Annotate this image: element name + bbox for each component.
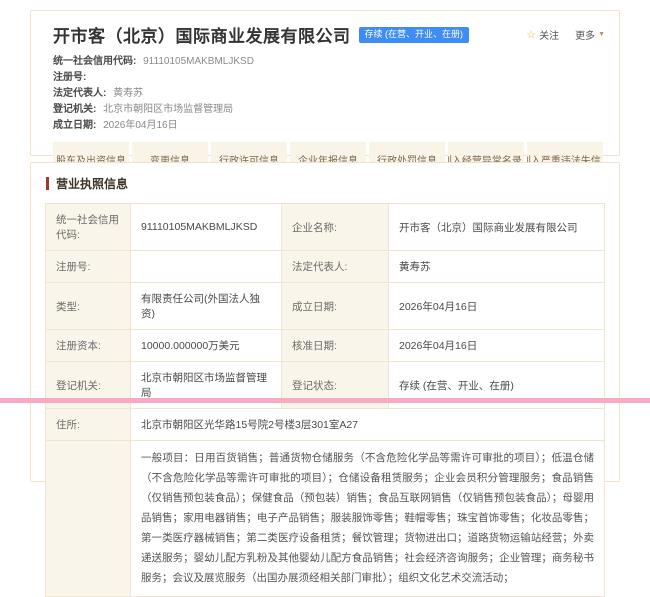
business-license-card: 营业执照信息 统一社会信用代码: 91110105MAKBMLJKSD 企业名称… <box>30 162 620 482</box>
cell-value-capital: 10000.000000万美元 <box>131 330 282 362</box>
info-line-establish-date: 成立日期: 2026年04月16日 <box>53 118 603 134</box>
company-name: 开市客（北京）国际商业发展有限公司 <box>53 22 351 47</box>
cell-label-address: 住所: <box>46 409 131 441</box>
company-info-lines: 统一社会信用代码: 91110105MAKBMLJKSD 注册号: 法定代表人:… <box>53 54 603 134</box>
section-title-text: 营业执照信息 <box>56 175 128 192</box>
info-line-reg-number: 注册号: <box>53 70 603 86</box>
cell-value-address: 北京市朝阳区光华路15号院2号楼3层301室A27 <box>131 409 605 441</box>
title-row: 开市客（北京）国际商业发展有限公司 存续 (在营、开业、在册) <box>53 22 603 47</box>
cell-value-approval-date: 2026年04月16日 <box>389 330 605 362</box>
info-label: 法定代表人: <box>53 88 106 99</box>
company-header-card: 开市客（北京）国际商业发展有限公司 存续 (在营、开业、在册) ☆ 关注 更多 … <box>30 10 620 156</box>
cell-label-credit-code: 统一社会信用代码: <box>46 204 131 251</box>
cell-value-legal-rep: 黄寿苏 <box>389 251 605 283</box>
more-label: 更多 <box>575 27 595 42</box>
cell-value-type: 有限责任公司(外国法人独资) <box>131 283 282 330</box>
info-label: 注册号: <box>53 72 86 83</box>
section-title: 营业执照信息 <box>46 175 605 192</box>
cell-value-business-scope: 一般项目：日用百货销售；普通货物仓储服务（不含危险化学品等需许可审批的项目）；低… <box>131 441 605 597</box>
caret-down-icon: ▼ <box>598 31 605 38</box>
section-title-bar <box>46 177 49 190</box>
cell-label-approval-date: 核准日期: <box>282 330 389 362</box>
cell-label-reg-number: 注册号: <box>46 251 131 283</box>
table-row: 注册号: 法定代表人: 黄寿苏 <box>46 251 605 283</box>
more-button[interactable]: 更多 ▼ <box>575 27 605 42</box>
cell-value-company-name: 开市客（北京）国际商业发展有限公司 <box>389 204 605 251</box>
cell-label-company-name: 企业名称: <box>282 204 389 251</box>
info-label: 登记机关: <box>53 104 96 115</box>
info-label: 统一社会信用代码: <box>53 56 136 67</box>
info-value: 2026年04月16日 <box>103 120 178 131</box>
info-value: 黄寿苏 <box>113 88 143 99</box>
info-label: 成立日期: <box>53 120 96 131</box>
info-line-reg-authority: 登记机关: 北京市朝阳区市场监督管理局 <box>53 102 603 118</box>
header-actions: ☆ 关注 更多 ▼ <box>526 27 605 42</box>
info-value: 北京市朝阳区市场监督管理局 <box>103 104 233 115</box>
bottom-highlight-line <box>0 398 650 403</box>
info-value: 91110105MAKBMLJKSD <box>143 56 254 67</box>
cell-label-establish-date: 成立日期: <box>282 283 389 330</box>
star-icon: ☆ <box>526 28 536 41</box>
table-row: 一般项目：日用百货销售；普通货物仓储服务（不含危险化学品等需许可审批的项目）；低… <box>46 441 605 597</box>
table-row: 统一社会信用代码: 91110105MAKBMLJKSD 企业名称: 开市客（北… <box>46 204 605 251</box>
table-row: 住所: 北京市朝阳区光华路15号院2号楼3层301室A27 <box>46 409 605 441</box>
status-badge: 存续 (在营、开业、在册) <box>359 27 470 43</box>
cell-value-reg-number <box>131 251 282 283</box>
table-row: 注册资本: 10000.000000万美元 核准日期: 2026年04月16日 <box>46 330 605 362</box>
cell-label-capital: 注册资本: <box>46 330 131 362</box>
cell-label-type: 类型: <box>46 283 131 330</box>
follow-label: 关注 <box>539 27 559 42</box>
cell-label-legal-rep: 法定代表人: <box>282 251 389 283</box>
cell-value-credit-code: 91110105MAKBMLJKSD <box>131 204 282 251</box>
follow-button[interactable]: ☆ 关注 <box>526 27 559 42</box>
cell-value-establish-date: 2026年04月16日 <box>389 283 605 330</box>
table-row: 类型: 有限责任公司(外国法人独资) 成立日期: 2026年04月16日 <box>46 283 605 330</box>
info-line-credit-code: 统一社会信用代码: 91110105MAKBMLJKSD <box>53 54 603 70</box>
cell-label-business-scope <box>46 441 131 597</box>
info-line-legal-rep: 法定代表人: 黄寿苏 <box>53 86 603 102</box>
